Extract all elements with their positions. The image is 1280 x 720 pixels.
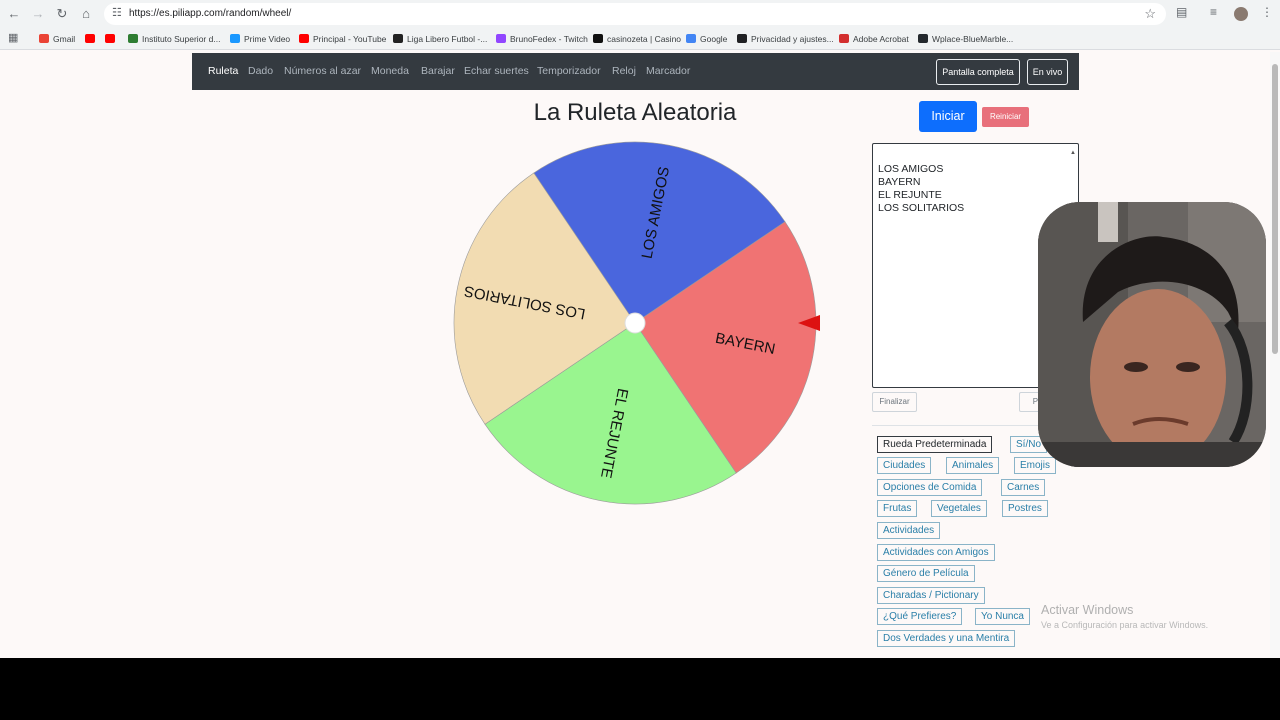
reset-button[interactable]: Reiniciar: [982, 107, 1029, 127]
preset-button[interactable]: Animales: [946, 457, 1000, 474]
bookmark-item[interactable]: [85, 32, 99, 46]
google-icon: [686, 34, 696, 43]
bookmark-label: Liga Libero Futbol -...: [407, 34, 488, 44]
bookmark-item[interactable]: Gmail: [39, 32, 75, 46]
fullscreen-button[interactable]: Pantalla completa: [936, 59, 1020, 85]
windows-activation-subtitle: Ve a Configuración para activar Windows.: [1041, 620, 1209, 630]
preset-button[interactable]: ¿Qué Prefieres?: [877, 608, 963, 625]
wheel-center-hub: [624, 312, 646, 334]
bookmark-item[interactable]: Privacidad y ajustes...: [737, 32, 834, 46]
preset-button[interactable]: Vegetales: [931, 500, 987, 517]
bookmark-item[interactable]: Principal - YouTube: [299, 32, 386, 46]
browser-toolbar: ← → ↻ ⌂ ☷ https://es.piliapp.com/random/…: [0, 0, 1280, 28]
webcam-feed-image: [1038, 202, 1266, 467]
gmail-icon: [39, 34, 49, 43]
nav-link[interactable]: Moneda: [371, 65, 409, 77]
bookmark-label: Principal - YouTube: [313, 34, 387, 44]
site-navbar: Ruleta Dado Números al azar Moneda Barajar Ec…: [192, 53, 1079, 90]
scrollbar-thumb[interactable]: [1272, 64, 1278, 354]
page-title: La Ruleta Aleatoria: [533, 99, 737, 126]
bookmark-item[interactable]: casinozeta | Casino: [593, 32, 681, 46]
apps-grid-icon[interactable]: ▦: [8, 31, 18, 45]
nav-link[interactable]: Temporizador: [537, 65, 601, 77]
nav-link[interactable]: Reloj: [612, 65, 636, 77]
live-button[interactable]: En vivo: [1027, 59, 1068, 85]
preset-button[interactable]: Rueda Predeterminada: [877, 436, 993, 453]
bookmark-label: casinozeta | Casino: [607, 34, 682, 44]
nav-link[interactable]: Echar suertes: [464, 65, 529, 77]
start-button[interactable]: Iniciar: [919, 101, 977, 132]
profile-avatar[interactable]: [1234, 7, 1248, 21]
github-icon: [918, 34, 928, 43]
bookmark-label: Google: [700, 34, 728, 44]
preset-button[interactable]: Emojis: [1014, 457, 1057, 474]
preset-button[interactable]: Género de Película: [877, 565, 975, 582]
entry-line: EL REJUNTE: [878, 189, 942, 201]
youtube-icon: [85, 34, 95, 43]
nav-link[interactable]: Barajar: [421, 65, 455, 77]
entry-line: LOS SOLITARIOS: [878, 202, 965, 214]
bookmark-label: Gmail: [53, 34, 76, 44]
bookmark-label: Instituto Superior d...: [142, 34, 221, 44]
webcam-overlay: [1038, 202, 1266, 467]
nav-link[interactable]: Marcador: [646, 65, 690, 77]
bookmark-item[interactable]: Prime Video: [230, 32, 290, 46]
preset-button[interactable]: Actividades con Amigos: [877, 544, 995, 561]
windows-activation-title: Activar Windows: [1041, 603, 1134, 617]
site-settings-icon[interactable]: ☷: [112, 6, 122, 19]
preset-button[interactable]: Postres: [1002, 500, 1048, 517]
bookmark-label: Prime Video: [244, 34, 291, 44]
url-text: https://es.piliapp.com/random/wheel/: [129, 8, 292, 19]
preset-button[interactable]: Opciones de Comida: [877, 479, 983, 496]
acrobat-icon: [839, 34, 849, 43]
bookmark-label: Privacidad y ajustes...: [751, 34, 834, 44]
entry-line: BAYERN: [878, 176, 921, 188]
reload-icon[interactable]: ↻: [53, 5, 71, 23]
back-arrow-icon[interactable]: ←: [5, 5, 23, 23]
preset-button[interactable]: Yo Nunca: [975, 608, 1030, 625]
casino-icon: [593, 34, 603, 43]
bookmark-item[interactable]: Wplace-BlueMarble...: [918, 32, 1013, 46]
bookmark-item[interactable]: [105, 32, 119, 46]
nav-link[interactable]: Dado: [248, 65, 273, 77]
preset-button[interactable]: Actividades: [877, 522, 941, 539]
nav-link[interactable]: Números al azar: [284, 65, 361, 77]
home-icon[interactable]: ⌂: [77, 5, 95, 23]
preset-button[interactable]: Frutas: [877, 500, 918, 517]
reading-list-icon[interactable]: ≡: [1210, 5, 1217, 19]
entry-line: LOS AMIGOS: [878, 163, 944, 175]
extensions-icon[interactable]: ▤: [1176, 5, 1187, 19]
bookmark-item[interactable]: Instituto Superior d...: [128, 32, 220, 46]
privacy-icon: [737, 34, 747, 43]
bookmark-item[interactable]: Adobe Acrobat: [839, 32, 909, 46]
bookmarks-bar: ▦ Gmail Instituto Superior d... Prime Vide…: [0, 28, 1280, 50]
institute-icon: [128, 34, 138, 43]
bookmark-item[interactable]: BrunoFedex - Twitch: [496, 32, 588, 46]
page-scrollbar[interactable]: [1270, 52, 1280, 658]
youtube-icon: [299, 34, 309, 43]
browser-window: ← → ↻ ⌂ ☷ https://es.piliapp.com/random/…: [0, 0, 1280, 658]
youtube-icon: [105, 34, 115, 43]
bookmark-label: BrunoFedex - Twitch: [510, 34, 588, 44]
bookmark-item[interactable]: Google: [686, 32, 727, 46]
bookmark-item[interactable]: Liga Libero Futbol -...: [393, 32, 487, 46]
preset-button[interactable]: Charadas / Pictionary: [877, 587, 985, 604]
finish-button[interactable]: Finalizar: [872, 392, 917, 412]
textarea-scroll-up-icon[interactable]: ▲: [1070, 147, 1076, 160]
preset-button[interactable]: Carnes: [1001, 479, 1046, 496]
forward-arrow-icon[interactable]: →: [29, 5, 47, 23]
preset-button[interactable]: Dos Verdades y una Mentira: [877, 630, 1016, 647]
liga-icon: [393, 34, 403, 43]
prime-video-icon: [230, 34, 240, 43]
menu-kebab-icon[interactable]: ⋮: [1261, 5, 1273, 19]
twitch-icon: [496, 34, 506, 43]
nav-link[interactable]: Ruleta: [208, 65, 238, 77]
spin-wheel[interactable]: LOS AMIGOSBAYERNEL REJUNTELOS SOLITARIOS: [448, 136, 828, 516]
bookmark-label: Adobe Acrobat: [853, 34, 909, 44]
bookmark-label: Wplace-BlueMarble...: [932, 34, 1014, 44]
address-bar[interactable]: ☷ https://es.piliapp.com/random/wheel/ ☆: [104, 3, 1166, 25]
preset-button[interactable]: Ciudades: [877, 457, 932, 474]
bookmark-star-icon[interactable]: ☆: [1144, 6, 1156, 22]
